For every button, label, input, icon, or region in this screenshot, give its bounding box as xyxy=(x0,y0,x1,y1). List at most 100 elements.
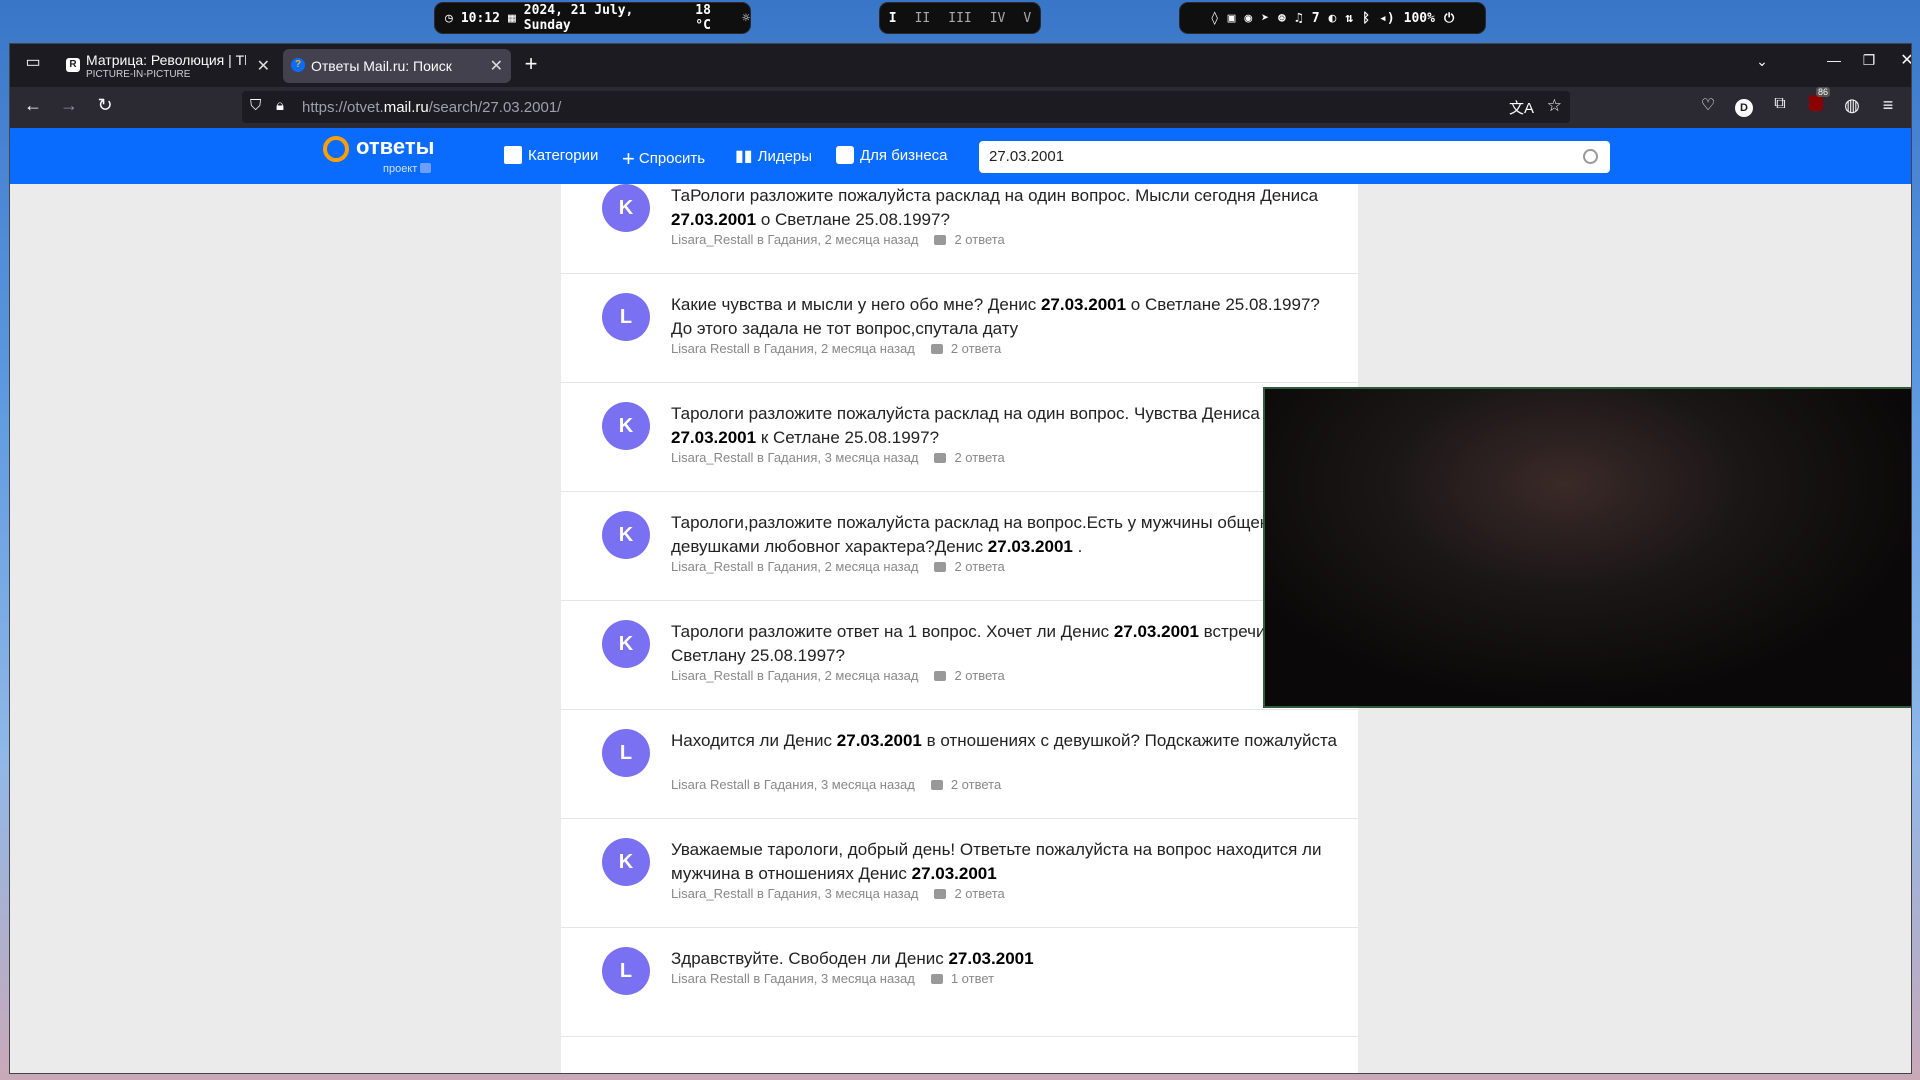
new-tab-button[interactable]: + xyxy=(519,51,543,77)
category-text: в Гадания, 2 месяца назад xyxy=(757,232,919,247)
question-link[interactable]: Здравствуйте. Свободен ли Денис 27.03.20… xyxy=(671,947,1341,971)
bluetooth-icon[interactable]: ᛒ xyxy=(1362,11,1370,26)
question-meta: Lisara_Restall в Гадания, 2 месяца назад… xyxy=(671,668,1005,683)
answers-count[interactable]: 1 ответ xyxy=(951,971,994,986)
browser-window: ▭ R Матрица: Революция | The PICTURE-IN-… xyxy=(9,43,1912,1074)
comment-icon xyxy=(930,344,943,354)
window-close-button[interactable]: ✕ xyxy=(1895,50,1911,70)
workspace-4[interactable]: IV xyxy=(990,11,1006,26)
lock-icon[interactable]: 🔒︎ xyxy=(276,97,284,114)
result-item[interactable]: K Тарологи разложите ответ на 1 вопрос. Х… xyxy=(561,600,1358,710)
close-icon[interactable]: ✕ xyxy=(257,56,270,76)
workspace-1[interactable]: I xyxy=(889,11,897,26)
tab-overview-icon[interactable]: ▭ xyxy=(21,52,45,72)
search-input[interactable] xyxy=(987,147,1571,166)
avatar[interactable]: L xyxy=(602,947,650,995)
monitor-icon[interactable]: ▣ xyxy=(1228,11,1236,26)
result-item[interactable]: L Находится ли Денис 27.03.2001 в отношен… xyxy=(561,709,1358,819)
result-item[interactable]: L Какие чувства и мысли у него обо мне? Д… xyxy=(561,273,1358,383)
tab-matrix[interactable]: R Матрица: Революция | The PICTURE-IN-PI… xyxy=(58,49,278,83)
question-link[interactable]: Тарологи,разложите пожалуйста расклад на… xyxy=(671,511,1341,559)
maximize-button[interactable]: ❐ xyxy=(1857,52,1881,69)
answers-count[interactable]: 2 ответа xyxy=(954,232,1004,247)
network-icon[interactable]: ⇅ xyxy=(1345,11,1353,26)
question-link[interactable]: Находится ли Денис 27.03.2001 в отношени… xyxy=(671,729,1341,753)
search-results: L Lisara Restall в Гадания, 3 месяца наза… xyxy=(561,128,1358,1073)
video-frame xyxy=(1265,389,1911,706)
category-text: в Гадания, 3 месяца назад xyxy=(753,777,915,792)
author-link[interactable]: Lisara_Restall xyxy=(671,450,753,465)
bookmark-star-icon[interactable]: ☆ xyxy=(1547,96,1562,116)
category-text: в Гадания, 3 месяца назад xyxy=(757,450,919,465)
url-text: https://otvet.mail.ru/search/27.03.2001/ xyxy=(302,99,562,116)
result-item[interactable]: L Здравствуйте. Свободен ли Денис 27.03.2… xyxy=(561,927,1358,1037)
avatar[interactable]: K xyxy=(602,402,650,450)
tab-list-chevron-icon[interactable]: ⌄ xyxy=(1750,53,1774,70)
ublock-icon[interactable]: 86 xyxy=(1804,87,1831,116)
forward-button[interactable]: → xyxy=(57,95,81,116)
question-link[interactable]: Какие чувства и мысли у него обо мне? Де… xyxy=(671,293,1341,341)
result-item[interactable]: K Уважаемые тарологи, добрый день! Ответь… xyxy=(561,818,1358,928)
site-search-box xyxy=(979,141,1610,173)
vpn-globe-icon[interactable]: ◍ xyxy=(1840,95,1864,116)
extensions-icon[interactable]: ⧉ xyxy=(1768,95,1792,113)
clock-widget: ◷ 10:12 ▦ 2024, 21 July, Sunday 18 °C ☼ xyxy=(435,3,750,33)
search-icon[interactable] xyxy=(1583,149,1598,164)
power-icon[interactable]: ⏻ xyxy=(1444,11,1454,26)
category-text: в Гадания, 2 месяца назад xyxy=(757,559,919,574)
nav-categories[interactable]: Категории xyxy=(504,146,598,164)
reload-button[interactable]: ↻ xyxy=(93,95,117,116)
workspace-2[interactable]: II xyxy=(915,11,931,26)
pocket-icon[interactable]: ♡ xyxy=(1696,95,1720,115)
author-link[interactable]: Lisara Restall xyxy=(671,341,750,356)
otvety-icon: ? xyxy=(291,58,305,72)
page-viewport: L Lisara Restall в Гадания, 3 месяца наза… xyxy=(10,128,1911,1073)
night-mode-icon[interactable]: ◐ xyxy=(1329,11,1337,26)
discord-icon[interactable]: ◉ xyxy=(1244,11,1252,26)
translate-icon[interactable]: 文A xyxy=(1509,97,1534,118)
steam-icon[interactable]: ⊛ xyxy=(1278,11,1286,26)
avatar[interactable]: K xyxy=(602,838,650,886)
minimize-button[interactable]: — xyxy=(1822,52,1846,68)
nav-leaders[interactable]: ▮▮ Лидеры xyxy=(735,146,812,166)
close-icon[interactable]: ✕ xyxy=(490,56,503,76)
telegram-icon[interactable]: ➤ xyxy=(1261,11,1269,26)
question-link[interactable]: ТаРологи разложите пожалуйста расклад на… xyxy=(671,184,1341,232)
result-item[interactable]: K Тарологи,разложите пожалуйста расклад н… xyxy=(561,491,1358,601)
profile-icon[interactable]: D xyxy=(1732,95,1756,117)
question-link[interactable]: Уважаемые тарологи, добрый день! Ответьт… xyxy=(671,838,1341,886)
answers-count[interactable]: 2 ответа xyxy=(954,668,1004,683)
author-link[interactable]: Lisara Restall xyxy=(671,971,750,986)
answers-count[interactable]: 2 ответа xyxy=(954,886,1004,901)
author-link[interactable]: Lisara Restall xyxy=(671,777,750,792)
address-bar[interactable]: ⛉ 🔒︎ https://otvet.mail.ru/search/27.03.… xyxy=(242,91,1570,123)
author-link[interactable]: Lisara_Restall xyxy=(671,668,753,683)
avatar[interactable]: L xyxy=(602,293,650,341)
shield-icon[interactable]: ⛉ xyxy=(250,97,261,114)
avatar[interactable]: L xyxy=(602,729,650,777)
author-link[interactable]: Lisara_Restall xyxy=(671,559,753,574)
answers-count[interactable]: 2 ответа xyxy=(954,559,1004,574)
result-item[interactable]: K Тарологи разложите пожалуйста расклад н… xyxy=(561,382,1358,492)
back-button[interactable]: ← xyxy=(21,95,45,116)
author-link[interactable]: Lisara_Restall xyxy=(671,232,753,247)
picture-in-picture-video[interactable] xyxy=(1263,387,1911,708)
answers-count[interactable]: 2 ответа xyxy=(951,777,1001,792)
avatar[interactable]: K xyxy=(602,620,650,668)
avatar[interactable]: K xyxy=(602,511,650,559)
menu-icon[interactable]: ≡ xyxy=(1876,95,1900,116)
answers-count[interactable]: 2 ответа xyxy=(954,450,1004,465)
nav-business[interactable]: Для бизнеса xyxy=(836,146,948,164)
nav-ask[interactable]: + Спросить xyxy=(622,146,705,172)
question-link[interactable]: Тарологи разложите ответ на 1 вопрос. Хо… xyxy=(671,620,1341,668)
drop-icon[interactable]: ◊ xyxy=(1211,11,1219,26)
volume-icon[interactable]: ◂) xyxy=(1379,11,1395,26)
author-link[interactable]: Lisara_Restall xyxy=(671,886,753,901)
workspace-5[interactable]: V xyxy=(1023,11,1031,26)
question-link[interactable]: Тарологи разложите пожалуйста расклад на… xyxy=(671,402,1341,450)
tab-otvety-search[interactable]: ? Ответы Mail.ru: Поиск ✕ xyxy=(283,49,511,83)
avatar[interactable]: K xyxy=(602,184,650,232)
answers-count[interactable]: 2 ответа xyxy=(951,341,1001,356)
notifications-icon[interactable]: ♫ xyxy=(1295,11,1303,26)
workspace-3[interactable]: III xyxy=(948,11,971,26)
